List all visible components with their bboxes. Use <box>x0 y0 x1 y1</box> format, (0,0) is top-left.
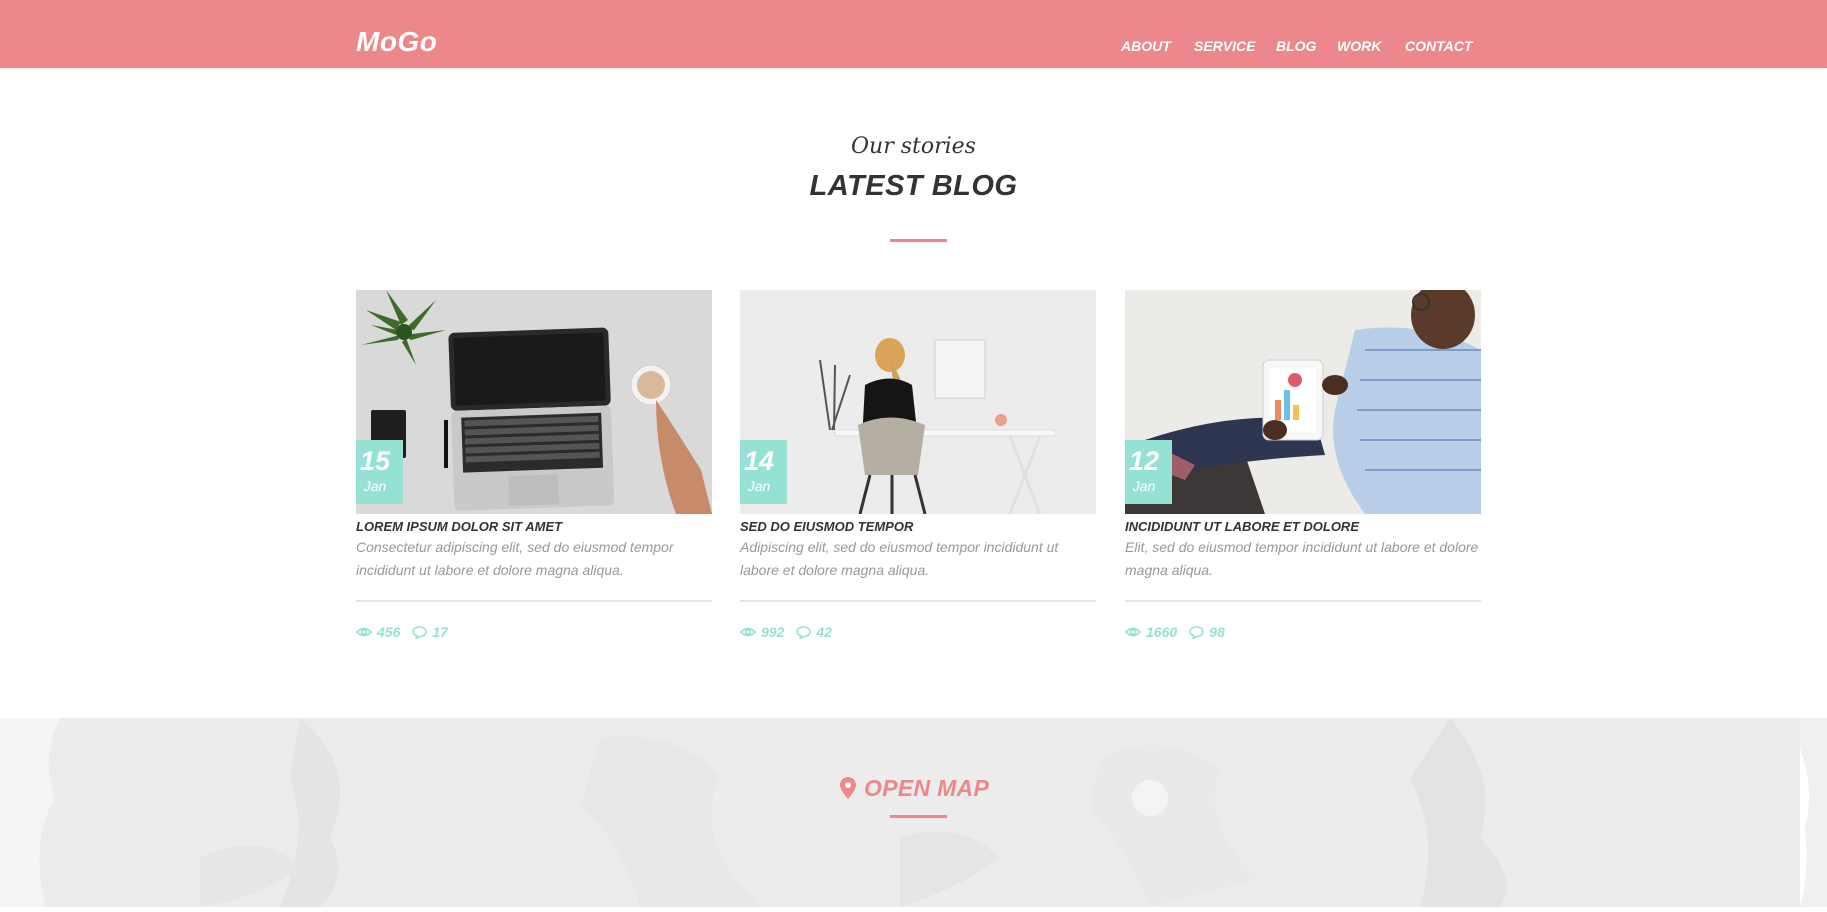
comments-stat[interactable]: 17 <box>412 624 448 640</box>
comments-count: 17 <box>432 624 448 640</box>
nav-contact[interactable]: CONTACT <box>1405 38 1472 54</box>
views-stat[interactable]: 1660 <box>1125 624 1177 640</box>
eye-icon <box>356 627 372 637</box>
comment-icon <box>1189 625 1204 639</box>
comments-stat[interactable]: 42 <box>796 624 832 640</box>
views-count: 1660 <box>1146 624 1178 640</box>
views-count: 456 <box>377 624 401 640</box>
section-kicker: Our stories <box>851 134 976 159</box>
open-map-button[interactable]: OPEN MAP <box>840 773 989 803</box>
card-divider <box>740 600 1096 602</box>
date-day: 14 <box>743 446 775 476</box>
blog-post-excerpt: Elit, sed do eiusmod tempor incididunt u… <box>1125 539 1479 578</box>
views-stat[interactable]: 456 <box>356 624 400 640</box>
map-edge <box>1800 718 1827 907</box>
post-stats: 992 42 <box>740 623 844 641</box>
eye-icon <box>740 627 756 637</box>
card-divider <box>356 600 712 602</box>
blog-post-excerpt: Adipiscing elit, sed do eiusmod tempor i… <box>740 539 1059 578</box>
blog-post-title[interactable]: INCIDIDUNT UT LABORE ET DOLORE <box>1125 519 1481 534</box>
blog-post-excerpt: Consectetur adipiscing elit, sed do eius… <box>356 539 674 578</box>
site-header: MoGo ABOUT SERVICE BLOG WORK CONTACT <box>0 0 1827 68</box>
map-background <box>0 718 1800 907</box>
date-day: 15 <box>359 446 391 476</box>
eye-icon <box>1125 627 1141 637</box>
title-divider <box>890 239 947 242</box>
date-badge: 14 Jan <box>740 440 787 504</box>
date-month: Jan <box>1132 478 1156 494</box>
open-map-label: OPEN MAP <box>864 774 990 801</box>
blog-card-3[interactable]: 12 Jan INCIDIDUNT UT LABORE ET DOLORE El… <box>1125 290 1481 650</box>
comment-icon <box>796 625 812 639</box>
main-nav: ABOUT SERVICE BLOG WORK CONTACT <box>0 38 1827 54</box>
blog-image-woman-desk[interactable]: 14 Jan <box>740 290 1096 514</box>
comment-icon <box>412 625 428 639</box>
blog-post-title[interactable]: LOREM IPSUM DOLOR SIT AMET <box>356 519 712 534</box>
blog-post-title[interactable]: SED DO EIUSMOD TEMPOR <box>740 519 1096 534</box>
blog-image-tablet[interactable]: 12 Jan <box>1125 290 1481 514</box>
map-divider <box>890 815 947 818</box>
date-month: Jan <box>747 478 771 494</box>
card-divider <box>1125 600 1481 602</box>
nav-service[interactable]: SERVICE <box>1194 38 1255 54</box>
date-badge: 15 Jan <box>356 440 403 504</box>
blog-card-2[interactable]: 14 Jan SED DO EIUSMOD TEMPOR Adipiscing … <box>740 290 1096 650</box>
comments-count: 42 <box>816 624 832 640</box>
comments-stat[interactable]: 98 <box>1189 624 1225 640</box>
map-pin-icon <box>840 777 856 799</box>
comments-count: 98 <box>1209 624 1225 640</box>
nav-work[interactable]: WORK <box>1337 38 1381 54</box>
nav-about[interactable]: ABOUT <box>1121 38 1171 54</box>
post-stats: 1660 98 <box>1125 623 1237 641</box>
views-stat[interactable]: 992 <box>740 624 784 640</box>
section-title: LATEST BLOG <box>809 170 1018 202</box>
post-stats: 456 17 <box>356 623 460 641</box>
views-count: 992 <box>761 624 785 640</box>
map-section[interactable] <box>0 718 1800 907</box>
date-month: Jan <box>363 478 387 494</box>
date-day: 12 <box>1128 446 1160 476</box>
nav-blog[interactable]: BLOG <box>1276 38 1316 54</box>
date-badge: 12 Jan <box>1125 440 1172 504</box>
blog-card-1[interactable]: 15 Jan LOREM IPSUM DOLOR SIT AMET Consec… <box>356 290 712 650</box>
blog-image-laptop[interactable]: 15 Jan <box>356 290 712 514</box>
